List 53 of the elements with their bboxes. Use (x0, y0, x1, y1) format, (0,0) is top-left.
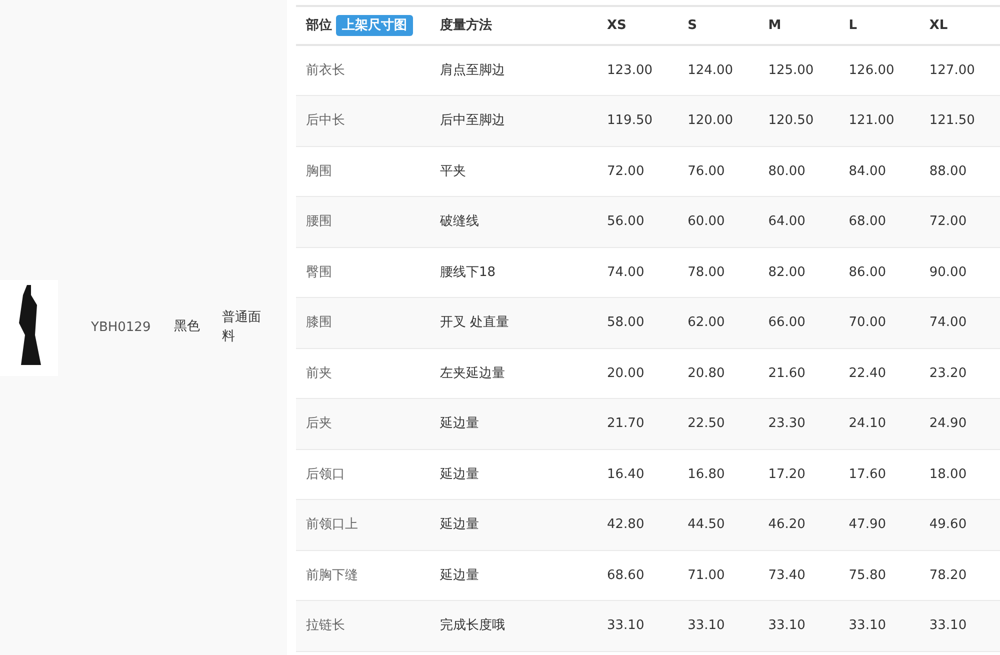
column-header: L (838, 6, 920, 45)
column-header: 度量方法 (430, 6, 597, 45)
part-name: 前领口上 (296, 500, 430, 550)
table-cell: 21.70 (597, 398, 678, 449)
table-cell: 62.00 (678, 298, 758, 348)
column-header: M (758, 6, 839, 45)
table-cell: 33.10 (758, 600, 839, 651)
table-cell: 119.50 (597, 96, 678, 146)
table-cell: 24.10 (838, 398, 920, 449)
size-chart-button[interactable]: 上架尺寸图 (336, 14, 413, 36)
measure-method: 完成长度哦 (430, 600, 597, 651)
fabric-name: 普通面料 (222, 309, 262, 346)
measure-method: 延边量 (430, 398, 597, 449)
table-cell: 49.60 (919, 500, 1000, 550)
table-cell: 44.50 (678, 500, 758, 550)
part-name: 后中长 (296, 96, 430, 146)
part-name: 后夹 (296, 398, 430, 449)
table-cell: 46.20 (758, 500, 839, 550)
table-cell: 120.00 (678, 96, 758, 146)
measure-method: 后中至脚边 (430, 96, 597, 146)
table-cell: 23.30 (758, 398, 839, 449)
table-cell: 121.00 (838, 96, 920, 146)
column-header: XS (597, 6, 678, 45)
table-cell: 24.90 (919, 398, 1000, 449)
column-header: S (678, 6, 758, 45)
table-cell: 60.00 (678, 196, 758, 247)
table-cell: 58.00 (597, 298, 678, 348)
table-cell: 72.00 (919, 196, 1000, 247)
table-cell: 121.50 (919, 96, 1000, 146)
table-cell: 47.90 (838, 500, 920, 550)
table-cell: 70.00 (838, 298, 920, 348)
table-cell: 33.10 (838, 600, 920, 651)
table-cell: 42.80 (597, 500, 678, 550)
table-cell: 33.10 (678, 600, 758, 651)
measure-method: 开叉 处直量 (430, 298, 597, 348)
table-cell: 68.00 (838, 196, 920, 247)
table-cell: 64.00 (758, 196, 839, 247)
product-code: YBH0129 (91, 318, 152, 337)
column-header: 部位 (306, 18, 332, 33)
table-cell: 22.50 (678, 398, 758, 449)
table-cell: 56.00 (597, 196, 678, 247)
table-cell: 33.10 (597, 600, 678, 651)
table-cell: 120.50 (758, 96, 839, 146)
part-name: 拉链长 (296, 600, 430, 651)
column-header: XL (919, 6, 1000, 45)
measure-method: 延边量 (430, 500, 597, 550)
measure-method: 破缝线 (430, 196, 597, 247)
table-cell: 33.10 (919, 600, 1000, 651)
color-name: 黑色 (174, 318, 201, 336)
table-cell: 66.00 (758, 298, 839, 348)
part-name: 膝围 (296, 298, 430, 348)
table-cell: 74.00 (919, 298, 1000, 348)
part-name: 腰围 (296, 196, 430, 247)
